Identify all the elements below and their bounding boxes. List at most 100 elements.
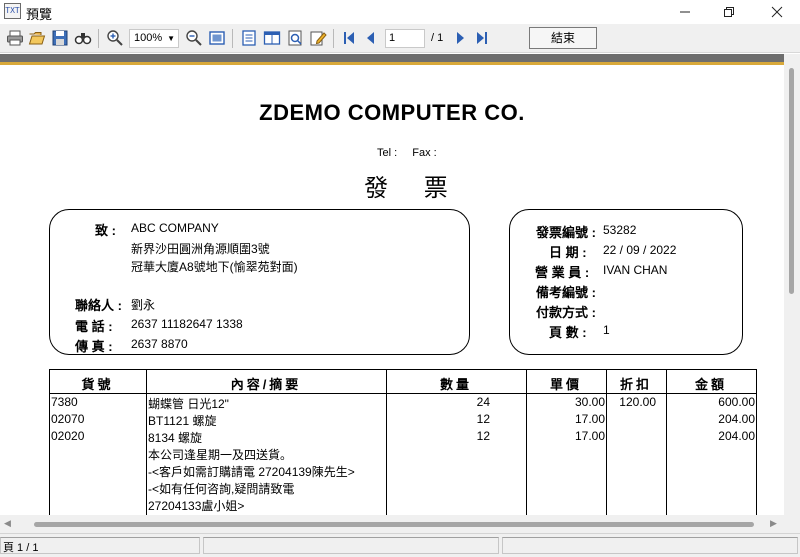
scrollbar-corner [784, 515, 800, 533]
row-description: 8134 螺旋 [148, 431, 203, 445]
find-button[interactable] [73, 28, 93, 48]
header-band [0, 54, 784, 62]
minimize-button[interactable] [662, 0, 708, 24]
page-number-input[interactable]: 1 [385, 29, 425, 48]
status-page-info: 頁 1 / 1 [3, 542, 39, 554]
export-icon [288, 30, 302, 46]
fit-page-button[interactable] [207, 28, 227, 48]
row-amount: 204.00 [718, 412, 755, 426]
note-line: 本公司逢星期一及四送貨。 [148, 448, 293, 462]
open-button[interactable] [27, 28, 47, 48]
print-icon [7, 30, 23, 46]
date-label: 日 期 : [549, 245, 587, 260]
customer-address-line1: 新界沙田圓洲角源順圍3號 [131, 242, 270, 256]
vertical-scrollbar[interactable] [784, 54, 800, 515]
table-top-border [49, 369, 756, 370]
contact-name: 劉永 [131, 298, 156, 312]
toolbar-separator [98, 29, 99, 48]
fax-value: 2637 8870 [131, 337, 188, 351]
find-icon [74, 33, 92, 45]
row-unit-price: 17.00 [574, 412, 605, 426]
note-line: -<如有任何咨詢,疑問請致電 [148, 482, 295, 496]
preview-app-icon: TXT [4, 3, 21, 19]
row-description: 蝴蝶管 日光12" [148, 397, 229, 411]
toolbar-separator [333, 29, 334, 48]
toolbar-separator [232, 29, 233, 48]
status-segment [203, 537, 499, 554]
title-bar: TXT 預覽 [0, 0, 800, 24]
note-line: -<客戶如需訂購請電 27204139陳先生> [148, 465, 355, 479]
toolbar: 100% ▼ 1 / 1 結束 [0, 24, 800, 53]
sales-person: IVAN CHAN [603, 263, 668, 277]
close-icon [771, 6, 783, 18]
fax-label-customer: 傳 真 : [75, 339, 113, 354]
vertical-scroll-thumb[interactable] [789, 68, 794, 294]
col-header-unit-price: 單價 [549, 377, 582, 392]
save-icon [52, 30, 68, 46]
horizontal-scrollbar[interactable]: ◀ ▶ [0, 515, 784, 533]
invoice-no: 53282 [603, 223, 637, 237]
first-page-button[interactable] [339, 28, 359, 48]
invoice-no-label: 發票編號 : [536, 225, 596, 240]
col-header-code: 貨號 [81, 377, 114, 392]
payment-label: 付款方式 : [536, 305, 596, 320]
maximize-button[interactable] [706, 0, 752, 24]
last-page-button[interactable] [472, 28, 492, 48]
next-page-button[interactable] [450, 28, 470, 48]
row-quantity: 12 [476, 412, 490, 426]
col-header-discount: 折扣 [619, 377, 652, 392]
horizontal-scroll-thumb[interactable] [34, 522, 754, 527]
fit-page-icon [209, 31, 225, 45]
row-unit-price: 30.00 [574, 395, 605, 409]
save-button[interactable] [50, 28, 70, 48]
zoom-in-icon [107, 30, 123, 46]
customer-name: ABC COMPANY [131, 221, 219, 235]
close-window-button[interactable] [754, 0, 800, 24]
status-segment [502, 537, 798, 554]
invoice-date: 22 / 09 / 2022 [603, 243, 677, 257]
prev-page-icon [367, 32, 374, 44]
zoom-out-button[interactable] [184, 28, 204, 48]
note-line: 27204133盧小姐> [148, 499, 245, 513]
last-page-icon [477, 32, 487, 44]
col-header-amount: 金額 [694, 377, 727, 392]
row-amount: 204.00 [718, 429, 755, 443]
export-button[interactable] [285, 28, 305, 48]
scroll-left-icon[interactable]: ◀ [4, 518, 11, 529]
two-page-icon [263, 31, 281, 45]
phone-label: 電 話 : [75, 319, 113, 334]
sales-label: 營 業 員 : [535, 265, 590, 280]
zoom-select[interactable]: 100% ▼ [129, 29, 179, 48]
prev-page-button[interactable] [361, 28, 381, 48]
col-header-description: 內容/摘要 [230, 377, 302, 392]
reference-label: 備考編號 : [536, 285, 596, 300]
pages-value: 1 [603, 323, 610, 337]
company-name: ZDEMO COMPUTER CO. [259, 100, 525, 125]
scroll-right-icon[interactable]: ▶ [770, 518, 777, 529]
two-page-button[interactable] [262, 28, 282, 48]
page-total: / 1 [431, 32, 444, 44]
row-code: 02070 [51, 412, 85, 426]
zoom-in-button[interactable] [105, 28, 125, 48]
single-page-button[interactable] [239, 28, 259, 48]
row-unit-price: 17.00 [574, 429, 605, 443]
pages-label: 頁 數 : [549, 325, 587, 340]
print-button[interactable] [5, 28, 25, 48]
row-code: 02020 [51, 429, 85, 443]
row-description: BT1121 螺旋 [148, 414, 217, 428]
row-discount: 120.00 [619, 395, 656, 409]
customer-address-line2: 冠華大廈A8號地下(愉翠苑對面) [131, 260, 298, 274]
col-header-quantity: 數量 [439, 377, 472, 392]
to-label: 致 : [95, 223, 116, 238]
tel-fax-line: Tel : Fax : [377, 147, 449, 159]
edit-button[interactable] [308, 28, 328, 48]
status-bar: 頁 1 / 1 [0, 533, 800, 557]
single-page-icon [242, 30, 256, 46]
status-segment-page: 頁 1 / 1 [0, 537, 200, 554]
zoom-value: 100% [134, 32, 163, 44]
restore-icon [724, 7, 734, 17]
table-column-border [756, 369, 757, 515]
close-preview-button[interactable]: 結束 [529, 27, 597, 49]
document-title: 發 票 [364, 174, 462, 202]
tel-label: Tel : [377, 147, 398, 159]
